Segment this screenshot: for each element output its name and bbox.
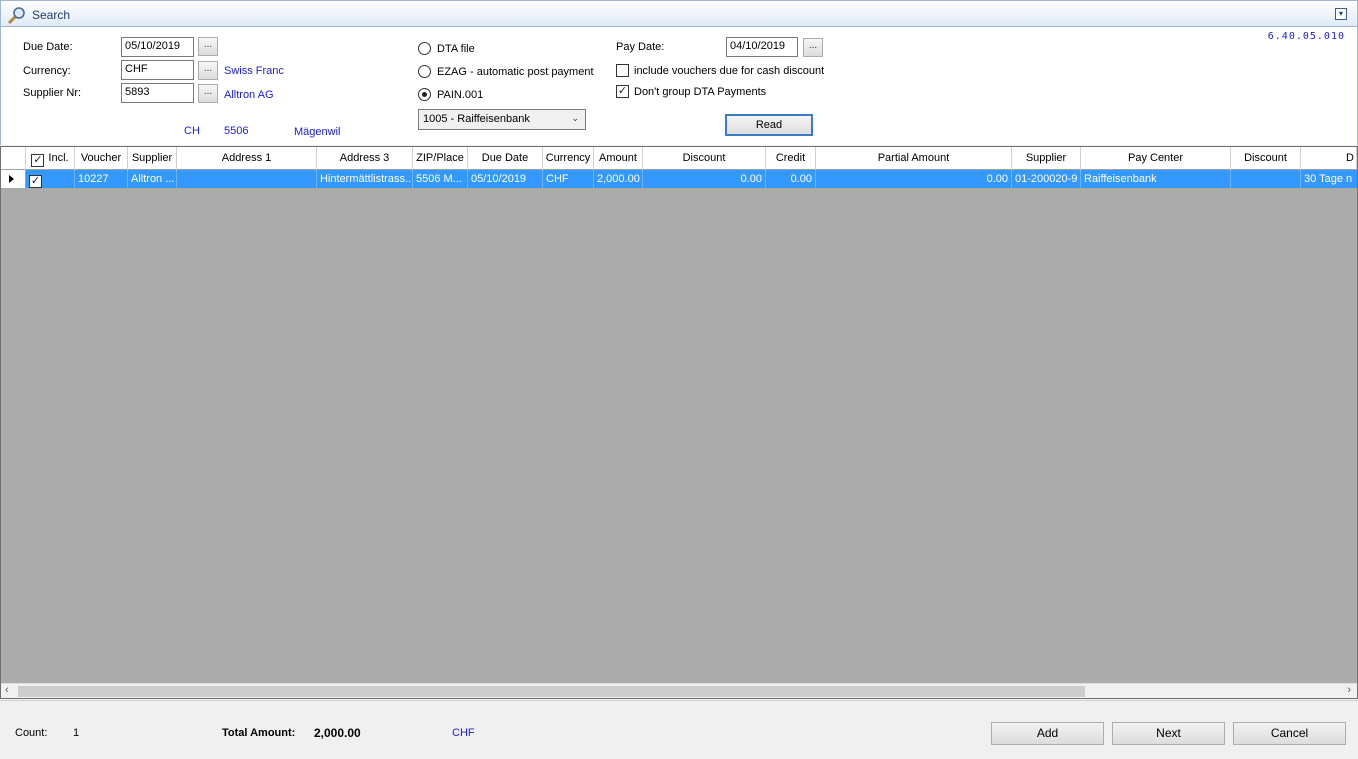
supplier-country: CH	[184, 125, 200, 137]
cell-currency[interactable]: CHF	[543, 170, 594, 188]
col-amount[interactable]: Amount	[594, 147, 643, 170]
horizontal-scrollbar[interactable]: ‹ ›	[1, 683, 1357, 698]
current-row-icon	[9, 175, 14, 183]
supplier-number-field[interactable]: 5893	[121, 83, 194, 103]
row-include-checkbox[interactable]: ✓	[29, 175, 42, 188]
total-amount-value: 2,000.00	[314, 726, 361, 740]
col-pay-center[interactable]: Pay Center	[1081, 147, 1231, 170]
total-amount-label: Total Amount:	[222, 727, 296, 739]
cell-voucher[interactable]: 10227	[75, 170, 128, 188]
currency-name: Swiss Franc	[224, 65, 284, 77]
col-currency[interactable]: Currency	[543, 147, 594, 170]
col-terms[interactable]: D	[1301, 147, 1357, 170]
cell-terms[interactable]: 30 Tage n	[1301, 170, 1357, 188]
scrollbar-thumb[interactable]	[18, 686, 1085, 697]
currency-browse-button[interactable]: ...	[198, 61, 218, 80]
pay-date-field[interactable]: 04/10/2019	[726, 37, 798, 57]
dta-file-label: DTA file	[437, 43, 475, 55]
ezag-radio[interactable]	[418, 65, 431, 78]
cancel-button[interactable]: Cancel	[1233, 722, 1346, 745]
cell-due-date[interactable]: 05/10/2019	[468, 170, 543, 188]
cell-supplier[interactable]: Alltron ...	[128, 170, 177, 188]
cell-address3[interactable]: Hintermättlistrass...	[317, 170, 413, 188]
pay-date-label: Pay Date:	[616, 41, 665, 53]
cell-supplier-account[interactable]: 01-200020-9	[1012, 170, 1081, 188]
dont-group-label: Don't group DTA Payments	[634, 86, 767, 98]
include-cash-discount-checkbox[interactable]	[616, 64, 629, 77]
collapse-icon[interactable]: ▾	[1335, 8, 1347, 20]
add-button[interactable]: Add	[991, 722, 1104, 745]
bank-select-value: 1005 - Raiffeisenbank	[423, 113, 530, 125]
col-voucher[interactable]: Voucher	[75, 147, 128, 170]
row-selector[interactable]	[1, 170, 26, 188]
pain001-radio[interactable]	[418, 88, 431, 101]
scroll-right-icon[interactable]: ›	[1347, 684, 1351, 696]
select-all-checkbox[interactable]: ✓	[31, 154, 45, 167]
due-date-field[interactable]: 05/10/2019	[121, 37, 194, 57]
vouchers-grid: ✓ Incl. Voucher Supplier Address 1 Addres…	[0, 146, 1358, 699]
table-row[interactable]: ✓ 10227 Alltron ... Hintermättlistrass..…	[1, 170, 1357, 188]
supplier-browse-button[interactable]: ...	[198, 84, 218, 103]
filter-panel: 6.40.05.010 Due Date: 05/10/2019 ... Cur…	[0, 27, 1358, 145]
panel-title: Search	[32, 8, 71, 22]
supplier-label: Supplier Nr:	[23, 87, 82, 99]
currency-label: Currency:	[23, 65, 71, 77]
cell-credit[interactable]: 0.00	[766, 170, 816, 188]
dta-file-radio[interactable]	[418, 42, 431, 55]
pain001-label: PAIN.001	[437, 89, 484, 101]
col-discount2[interactable]: Discount	[1231, 147, 1301, 170]
cell-partial-amount[interactable]: 0.00	[816, 170, 1012, 188]
supplier-city: Mägenwil	[294, 126, 341, 138]
row-incl-cell[interactable]: ✓	[26, 170, 75, 188]
total-currency: CHF	[452, 727, 475, 739]
supplier-zip: 5506	[224, 125, 249, 137]
col-address1[interactable]: Address 1	[177, 147, 317, 170]
version-label: 6.40.05.010	[1267, 31, 1345, 42]
bank-select[interactable]: 1005 - Raiffeisenbank ⌄	[418, 109, 586, 130]
cell-zip-place[interactable]: 5506 M...	[413, 170, 468, 188]
col-credit[interactable]: Credit	[766, 147, 816, 170]
col-address3[interactable]: Address 3	[317, 147, 413, 170]
count-value: 1	[73, 727, 80, 739]
cell-discount[interactable]: 0.00	[643, 170, 766, 188]
col-due-date[interactable]: Due Date	[468, 147, 543, 170]
row-header-corner	[1, 147, 26, 170]
scroll-left-icon[interactable]: ‹	[5, 684, 9, 696]
cell-address1[interactable]	[177, 170, 317, 188]
col-supplier-account[interactable]: Supplier	[1012, 147, 1081, 170]
cell-pay-center[interactable]: Raiffeisenbank	[1081, 170, 1231, 188]
col-discount[interactable]: Discount	[643, 147, 766, 170]
col-partial-amount[interactable]: Partial Amount	[816, 147, 1012, 170]
dont-group-checkbox[interactable]: ✓	[616, 85, 629, 98]
search-panel-header: Search ▾	[0, 0, 1358, 27]
col-incl[interactable]: ✓ Incl.	[26, 147, 75, 170]
search-icon	[7, 7, 25, 24]
grid-header: ✓ Incl. Voucher Supplier Address 1 Addres…	[1, 147, 1357, 170]
count-label: Count:	[15, 727, 48, 739]
pay-date-browse-button[interactable]: ...	[803, 38, 823, 57]
read-button[interactable]: Read	[725, 114, 813, 136]
include-cash-discount-label: include vouchers due for cash discount	[634, 65, 825, 77]
ezag-label: EZAG - automatic post payment	[437, 66, 594, 78]
col-zip-place[interactable]: ZIP/Place	[413, 147, 468, 170]
footer-bar: Count: 1 Total Amount: 2,000.00 CHF Add …	[0, 700, 1358, 759]
cell-amount[interactable]: 2,000.00	[594, 170, 643, 188]
due-date-browse-button[interactable]: ...	[198, 37, 218, 56]
chevron-down-icon: ⌄	[571, 113, 579, 123]
col-supplier[interactable]: Supplier	[128, 147, 177, 170]
due-date-label: Due Date:	[23, 41, 73, 53]
currency-field[interactable]: CHF	[121, 60, 194, 80]
cell-discount2[interactable]	[1231, 170, 1301, 188]
supplier-name: Alltron AG	[224, 89, 274, 101]
next-button[interactable]: Next	[1112, 722, 1225, 745]
